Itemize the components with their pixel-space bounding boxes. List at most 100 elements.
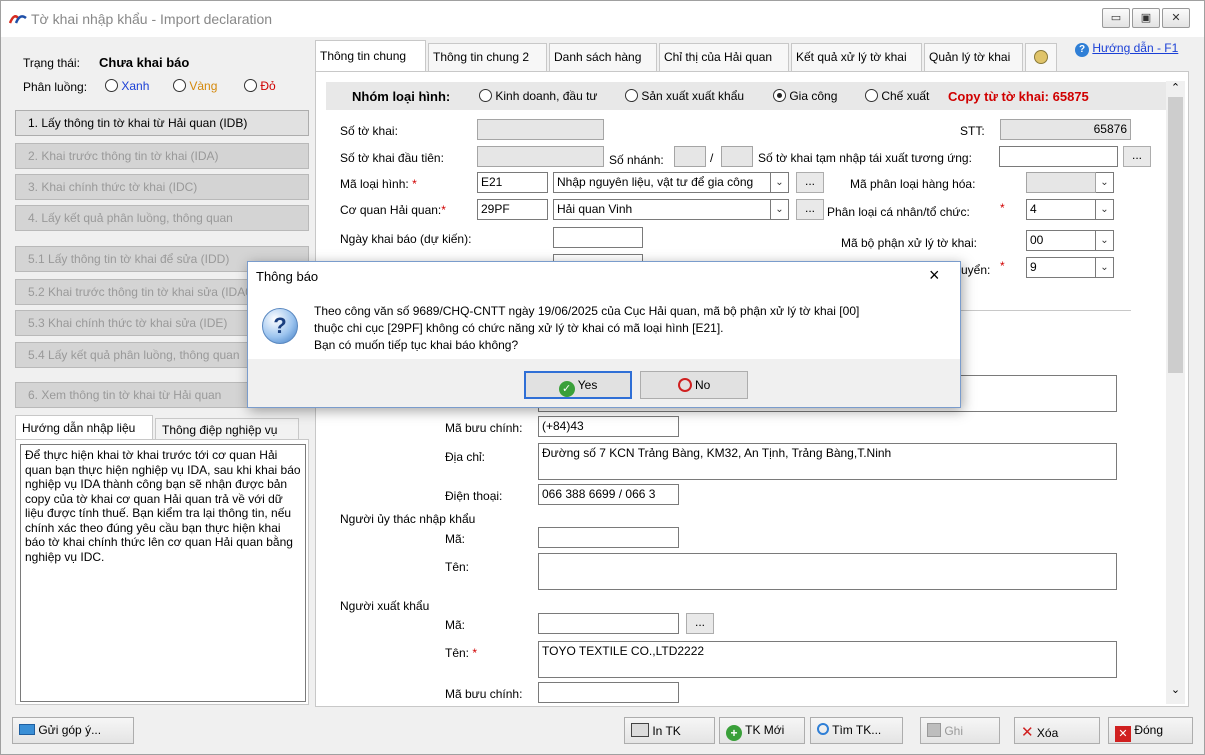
no-entry-icon (677, 378, 692, 392)
van-chuyen-select[interactable]: 9 (1026, 257, 1096, 278)
ma-bo-phan-label: Mã bộ phận xử lý tờ khai: (841, 236, 977, 250)
ma-loai-hinh-name-select[interactable]: Nhập nguyên liệu, vật tư để gia công (553, 172, 771, 193)
maximize-button[interactable]: ▣ (1132, 8, 1160, 28)
scroll-up-icon[interactable]: ⌃ (1166, 81, 1185, 97)
so-to-khai-dau-tien-input[interactable] (477, 146, 604, 167)
so-tk-tam-nhap-input[interactable] (999, 146, 1118, 167)
help-link[interactable]: ? Hướng dẫn - F1 (1075, 41, 1178, 57)
dialog-message-line1: Theo công văn số 9689/CHQ-CNTT ngày 19/0… (314, 304, 860, 318)
group-option-production[interactable]: Sản xuất xuất khẩu (625, 89, 744, 103)
group-option-processing[interactable]: Gia công (773, 89, 837, 103)
so-nhanh-label: Số nhánh: (609, 153, 664, 167)
xk-ma-buu-chinh-input[interactable] (538, 682, 679, 703)
ma-loai-hinh-lookup-button[interactable]: ... (796, 172, 824, 193)
ngay-khai-bao-input[interactable] (553, 227, 643, 248)
main-window: Tờ khai nhập khẩu - Import declaration ▭… (0, 0, 1205, 755)
so-to-khai-input[interactable] (477, 119, 604, 140)
form-scrollbar[interactable]: ⌃ ⌄ (1166, 81, 1185, 704)
ma-phan-loai-dropdown[interactable]: ⌄ (1096, 172, 1114, 193)
co-quan-dropdown[interactable]: ⌄ (771, 199, 789, 220)
co-quan-name-select[interactable]: Hải quan Vinh (553, 199, 771, 220)
ma-buu-chinh-input[interactable]: (+84)43 (538, 416, 679, 437)
dialog-no-button[interactable]: No (640, 371, 748, 399)
title-bar: Tờ khai nhập khẩu - Import declaration ▭… (1, 1, 1204, 37)
xk-ten-input[interactable]: TOYO TEXTILE CO.,LTD2222 (538, 641, 1117, 678)
so-to-khai-dau-tien-label: Số tờ khai đầu tiên: (340, 151, 444, 165)
phan-loai-select[interactable]: 4 (1026, 199, 1096, 220)
uy-thac-ten-label: Tên: (445, 560, 470, 574)
step-ida-button[interactable]: 2. Khai trước thông tin tờ khai (IDA) (15, 143, 309, 169)
channel-yellow-radio[interactable]: Vàng (173, 79, 217, 93)
group-option-business[interactable]: Kinh doanh, đầu tư (479, 89, 597, 103)
ma-bo-phan-dropdown[interactable]: ⌄ (1096, 230, 1114, 251)
ma-bo-phan-select[interactable]: 00 (1026, 230, 1096, 251)
scroll-down-icon[interactable]: ⌄ (1166, 683, 1185, 699)
dien-thoai-input[interactable]: 066 388 6699 / 066 3 (538, 484, 679, 505)
chevron-down-icon: ⌄ (1100, 177, 1109, 188)
status-label: Trạng thái: (23, 56, 80, 70)
chevron-down-icon: ⌄ (1100, 204, 1109, 215)
xk-ma-input[interactable] (538, 613, 679, 634)
minimize-button[interactable]: ▭ (1102, 8, 1130, 28)
co-quan-lookup-button[interactable]: ... (796, 199, 824, 220)
tab-guide[interactable]: Hướng dẫn nhập liệu (15, 415, 153, 439)
channel-red-radio[interactable]: Đỏ (244, 79, 276, 93)
xk-ten-label: Tên: * (445, 646, 478, 660)
save-button[interactable]: Ghi (920, 717, 1000, 744)
tab-customs-instructions[interactable]: Chỉ thị của Hải quan (659, 43, 789, 71)
uy-thac-ma-input[interactable] (538, 527, 679, 548)
tab-declaration-management[interactable]: Quản lý tờ khai (924, 43, 1023, 71)
dia-chi-input[interactable]: Đường số 7 KCN Trảng Bàng, KM32, An Tịnh… (538, 443, 1117, 480)
step-result-button[interactable]: 4. Lấy kết quả phân luồng, thông quan (15, 205, 309, 231)
tab-extra-icon (1034, 50, 1048, 64)
minimize-icon: ▭ (1110, 12, 1122, 24)
group-option-export-processing[interactable]: Chế xuất (865, 89, 929, 103)
channel-label: Phân luồng: (23, 80, 88, 94)
tab-goods-list[interactable]: Danh sách hàng (549, 43, 657, 71)
chevron-down-icon: ⌄ (775, 177, 784, 188)
dien-thoai-label: Điện thoại: (445, 489, 503, 503)
channel-green-radio[interactable]: Xanh (105, 79, 149, 93)
dialog-close-icon[interactable]: × (929, 265, 940, 286)
group-label: Nhóm loại hình: (352, 89, 451, 104)
tab-processing-result[interactable]: Kết quả xử lý tờ khai (791, 43, 922, 71)
stt-input[interactable]: 65876 (1000, 119, 1131, 140)
dialog-yes-button[interactable]: ✓ Yes (524, 371, 632, 399)
scroll-thumb[interactable] (1168, 97, 1183, 373)
so-nhanh-total-input[interactable] (721, 146, 753, 167)
find-declaration-button[interactable]: Tìm TK... (810, 717, 903, 744)
nguoi-uy-thac-label: Người ủy thác nhập khẩu (340, 512, 476, 526)
co-quan-code-input[interactable]: 29PF (477, 199, 548, 220)
tab-general[interactable]: Thông tin chung (315, 40, 426, 71)
delete-x-icon: ✕ (1021, 724, 1034, 741)
step-idc-button[interactable]: 3. Khai chính thức tờ khai (IDC) (15, 174, 309, 200)
phan-loai-dropdown[interactable]: ⌄ (1096, 199, 1114, 220)
delete-button[interactable]: ✕ Xóa (1014, 717, 1100, 744)
ma-buu-chinh-label: Mã bưu chính: (445, 421, 523, 435)
so-nhanh-input[interactable] (674, 146, 706, 167)
step-idb-button[interactable]: 1. Lấy thông tin tờ khai từ Hải quan (ID… (15, 110, 309, 136)
tab-messages[interactable]: Thông điệp nghiệp vụ (155, 418, 299, 439)
tab-extra[interactable] (1025, 43, 1057, 71)
ma-loai-hinh-code-input[interactable]: E21 (477, 172, 548, 193)
xk-ma-lookup-button[interactable]: ... (686, 613, 714, 634)
dia-chi-label: Địa chỉ: (445, 450, 486, 464)
uy-thac-ten-input[interactable] (538, 553, 1117, 590)
nguoi-xuat-khau-label: Người xuất khẩu (340, 599, 430, 613)
tab-general-2[interactable]: Thông tin chung 2 (428, 43, 547, 71)
status-value: Chưa khai báo (99, 55, 190, 70)
print-button[interactable]: In TK (624, 717, 715, 744)
new-declaration-button[interactable]: + TK Mới (719, 717, 805, 744)
feedback-button[interactable]: Gửi góp ý... (12, 717, 134, 744)
so-tk-tam-nhap-lookup-button[interactable]: ... (1123, 146, 1151, 167)
ma-phan-loai-select[interactable] (1026, 172, 1096, 193)
close-button[interactable]: ✕ Đóng (1108, 717, 1193, 744)
ma-loai-hinh-dropdown[interactable]: ⌄ (771, 172, 789, 193)
slash-label: / (710, 151, 714, 165)
close-window-button[interactable]: ✕ (1162, 8, 1190, 28)
dialog-message-line3: Bạn có muốn tiếp tục khai báo không? (314, 338, 519, 352)
dialog-title: Thông báo (256, 269, 319, 284)
guide-text: Để thực hiện khai tờ khai trước tới cơ q… (20, 444, 306, 702)
van-chuyen-dropdown[interactable]: ⌄ (1096, 257, 1114, 278)
uy-thac-ma-label: Mã: (445, 532, 466, 546)
